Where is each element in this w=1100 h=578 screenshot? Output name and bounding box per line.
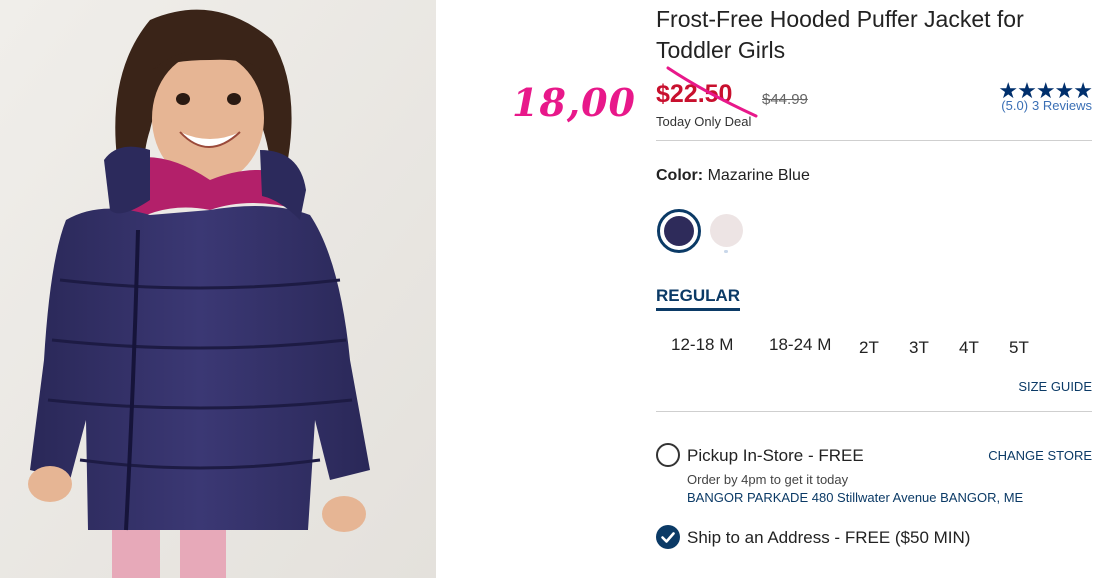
size-option[interactable]: 12-18 M [671,335,733,355]
pickup-label[interactable]: Pickup In-Store - FREE [687,446,864,466]
color-swatch-light-pink[interactable] [710,214,743,247]
pickup-radio[interactable] [656,443,680,467]
size-option[interactable]: 4T [959,338,979,358]
ship-label[interactable]: Ship to an Address - FREE ($50 MIN) [687,528,970,548]
rating-summary[interactable]: ★★★★★ (5.0) 3 Reviews [997,80,1093,114]
color-selection-label: Color: Mazarine Blue [656,167,810,185]
deal-label: Today Only Deal [656,114,752,129]
change-store-link[interactable]: CHANGE STORE [988,448,1092,463]
color-label: Color: [656,167,704,184]
divider [656,411,1092,412]
rating-text: (5.0) 3 Reviews [997,98,1092,113]
divider [656,140,1092,141]
reviews-link[interactable]: 3 Reviews [1032,98,1092,113]
swatch-indicator [724,250,728,253]
size-option[interactable]: 2T [859,338,879,358]
store-address: BANGOR PARKADE 480 Stillwater Avenue BAN… [687,490,1024,505]
rating-score: (5.0) [1001,98,1029,113]
size-option[interactable]: 18-24 M [769,335,831,355]
color-swatch-mazarine-blue[interactable] [657,209,701,253]
size-option[interactable]: 3T [909,338,929,358]
ship-radio-checked[interactable] [656,525,680,549]
original-price: $44.99 [762,91,808,108]
swatch-fill [664,216,694,246]
checkmark-icon [661,532,675,543]
size-option[interactable]: 5T [1009,338,1029,358]
handwritten-price-annotation: 18,00 [512,80,636,125]
handwritten-strike-mark [666,66,758,118]
product-image [0,0,436,578]
tab-regular[interactable]: REGULAR [656,286,741,311]
product-title: Frost-Free Hooded Puffer Jacket for Todd… [656,6,1024,63]
size-guide-link[interactable]: SIZE GUIDE [1018,379,1092,394]
pickup-note: Order by 4pm to get it today [687,472,849,487]
color-value: Mazarine Blue [707,167,810,184]
